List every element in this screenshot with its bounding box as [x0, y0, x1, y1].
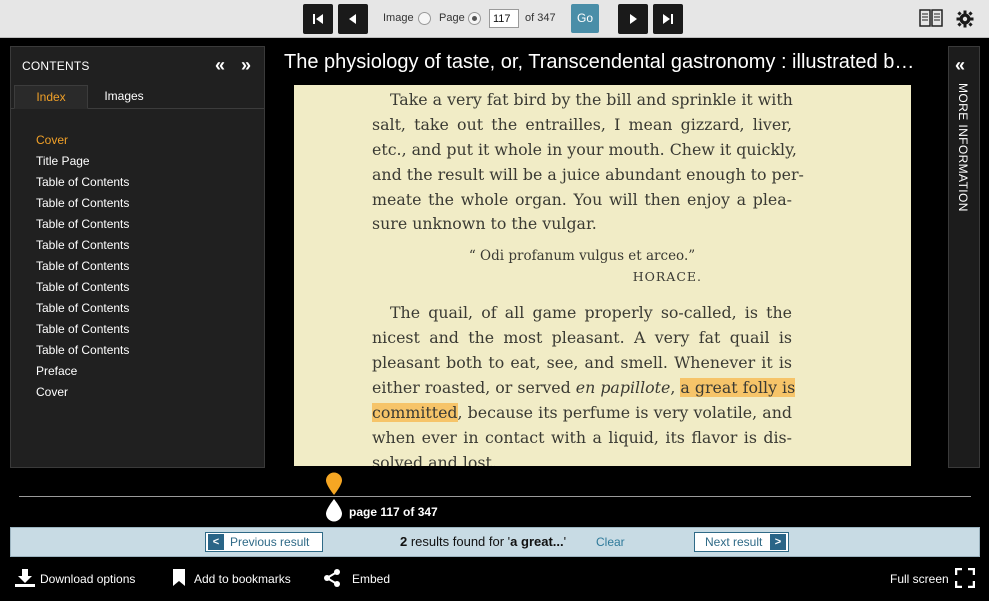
toc-item-table-of-contents[interactable]: Table of Contents — [36, 256, 129, 277]
last-page-button[interactable] — [653, 4, 683, 34]
chevron-left-icon: < — [208, 534, 224, 550]
download-icon[interactable] — [14, 568, 36, 588]
toc-item-table-of-contents[interactable]: Table of Contents — [36, 235, 129, 256]
page-line: solved and lost. — [372, 452, 497, 466]
search-highlight: committed — [372, 402, 458, 422]
collapse-left-icon[interactable]: « — [215, 56, 225, 74]
next-result-button[interactable]: Next result > — [694, 532, 789, 552]
document-title: The physiology of taste, or, Transcenden… — [284, 51, 924, 73]
results-count-text: 2 results found for 'a great...' — [400, 534, 567, 549]
expand-right-icon[interactable]: » — [241, 56, 251, 74]
book-page-image[interactable]: Take a very fat bird by the bill and spr… — [294, 85, 911, 466]
page-line: etc., and put it whole in your mouth. Ch… — [372, 139, 797, 159]
more-information-panel[interactable]: « MORE INFORMATION — [948, 46, 980, 468]
search-results-bar: < Previous result 2 results found for 'a… — [10, 527, 980, 557]
toc-item-table-of-contents[interactable]: Table of Contents — [36, 277, 129, 298]
contents-title: CONTENTS — [22, 59, 90, 73]
page-number-input[interactable] — [489, 9, 519, 28]
download-options-button[interactable]: Download options — [40, 572, 135, 586]
toc-item-title-page[interactable]: Title Page — [36, 151, 129, 172]
toc-item-table-of-contents[interactable]: Table of Contents — [36, 298, 129, 319]
tab-index[interactable]: Index — [14, 85, 88, 109]
more-information-label: MORE INFORMATION — [956, 83, 970, 212]
page-line: nicest and the most pleasant. A very fat… — [372, 328, 792, 348]
toc-item-preface[interactable]: Preface — [36, 361, 129, 382]
last-page-icon — [663, 14, 673, 24]
page-total-label: of 347 — [525, 12, 556, 24]
next-page-button[interactable] — [618, 4, 648, 34]
previous-page-button[interactable] — [338, 4, 368, 34]
current-page-label: page 117 of 347 — [349, 505, 438, 519]
toc-item-cover[interactable]: Cover — [36, 130, 129, 151]
search-highlight: a great folly is — [680, 378, 796, 398]
quote-attribution: HORACE. — [632, 269, 702, 285]
toc-item-table-of-contents[interactable]: Table of Contents — [36, 340, 129, 361]
bottom-toolbar: Download options Add to bookmarks Embed … — [0, 560, 989, 601]
expand-panel-icon[interactable]: « — [955, 55, 965, 76]
book-viewer: Image Page of 347 Go CONTENTS « » Index … — [0, 0, 989, 601]
page-line: sure unknown to the vulgar. — [372, 214, 597, 234]
first-page-icon — [313, 14, 323, 24]
two-page-view-icon[interactable] — [919, 9, 943, 32]
toc-item-cover[interactable]: Cover — [36, 382, 129, 403]
top-toolbar: Image Page of 347 Go — [0, 0, 989, 38]
page-line: salt, take out the entrailles, I mean gi… — [372, 114, 792, 134]
first-page-button[interactable] — [303, 4, 333, 34]
contents-tabs: Index Images — [11, 85, 264, 109]
toc-item-table-of-contents[interactable]: Table of Contents — [36, 193, 129, 214]
share-embed-icon[interactable] — [322, 568, 342, 588]
fullscreen-icon[interactable] — [955, 568, 975, 588]
previous-page-icon — [349, 14, 356, 24]
search-hit-marker-icon[interactable] — [325, 472, 343, 496]
bookmark-icon[interactable] — [172, 568, 186, 587]
chevron-right-icon: > — [770, 534, 786, 550]
toc-item-table-of-contents[interactable]: Table of Contents — [36, 319, 129, 340]
contents-list: Cover Title Page Table of Contents Table… — [36, 130, 129, 403]
add-to-bookmarks-button[interactable]: Add to bookmarks — [194, 572, 291, 586]
go-button[interactable]: Go — [571, 4, 599, 33]
toc-item-table-of-contents[interactable]: Table of Contents — [36, 214, 129, 235]
next-page-icon — [630, 14, 637, 24]
page-mode-radio[interactable] — [468, 12, 481, 25]
page-line: either roasted, or served en papillote, … — [372, 378, 796, 398]
page-slider-track[interactable] — [19, 496, 971, 497]
clear-search-link[interactable]: Clear — [596, 535, 625, 549]
previous-result-button[interactable]: < Previous result — [205, 532, 323, 552]
contents-panel: CONTENTS « » Index Images Cover Title Pa… — [10, 46, 265, 468]
toc-item-table-of-contents[interactable]: Table of Contents — [36, 172, 129, 193]
page-line: pleasant both to eat, see, and smell. Wh… — [372, 353, 792, 373]
page-line: The quail, of all game properly so-calle… — [390, 303, 792, 323]
full-screen-button[interactable]: Full screen — [890, 572, 949, 586]
page-line: when ever in contact with a liquid, its … — [372, 427, 792, 447]
page-mode-label: Page — [439, 12, 465, 24]
image-mode-label: Image — [383, 12, 414, 24]
page-text: Take a very fat bird by the bill and spr… — [372, 88, 804, 466]
page-quote: “ Odi profanum vulgus et arceo.” — [468, 248, 696, 265]
page-line: Take a very fat bird by the bill and spr… — [390, 90, 793, 109]
image-mode-radio[interactable] — [418, 12, 431, 25]
page-line: and the result will be a juice abundant … — [372, 164, 804, 184]
embed-button[interactable]: Embed — [352, 572, 390, 586]
page-line: meate the whole organ. You will then enj… — [372, 189, 792, 209]
search-query: a great... — [510, 534, 564, 549]
slider-handle-icon[interactable] — [325, 498, 343, 522]
settings-gear-icon[interactable] — [956, 10, 974, 33]
tab-images[interactable]: Images — [91, 85, 157, 109]
page-line: committed, because its perfume is very v… — [372, 402, 792, 422]
